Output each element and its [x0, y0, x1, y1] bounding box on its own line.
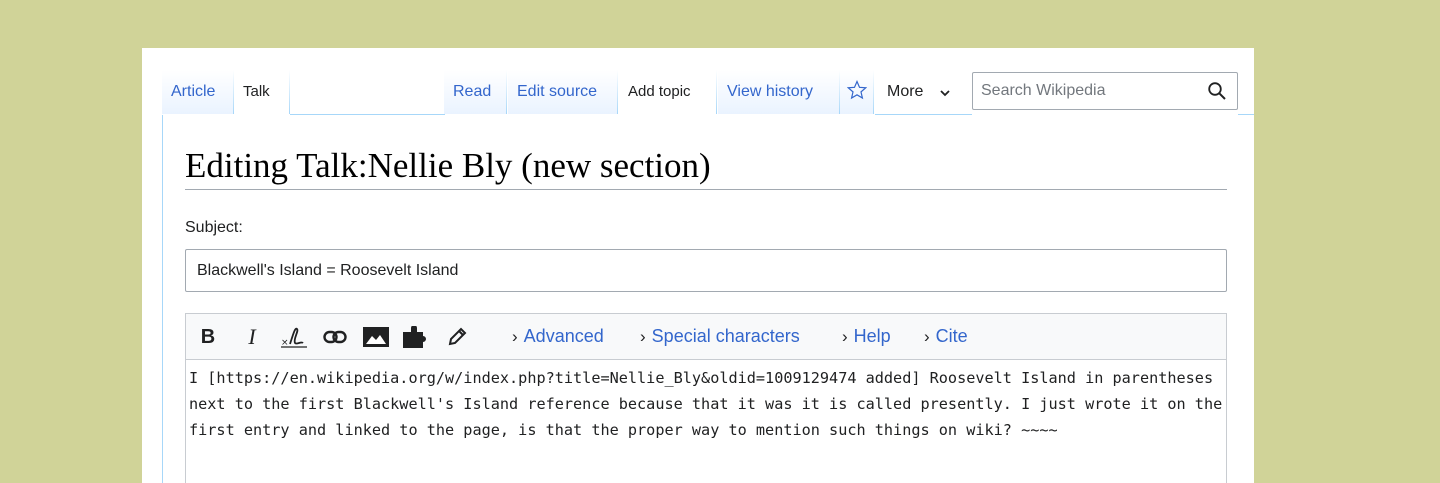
wikipedia-window: Article Talk Read Edit source Add topic …	[142, 48, 1254, 483]
italic-button[interactable]: I	[242, 323, 262, 351]
cite-label: Cite	[935, 326, 968, 346]
wikitext-editor: B I × › Advanced › Special characters › …	[185, 313, 1227, 483]
tab-article-label: Article	[171, 83, 216, 100]
signature-icon: ×	[281, 327, 307, 348]
signature-button[interactable]: ×	[281, 323, 309, 351]
advanced-toggle[interactable]: › Advanced	[512, 326, 604, 347]
image-button[interactable]	[361, 323, 391, 351]
tab-view-history[interactable]: View history	[718, 70, 840, 114]
search-box	[972, 72, 1238, 110]
tab-talk[interactable]: Talk	[234, 70, 290, 114]
more-menu[interactable]: More	[875, 70, 961, 114]
page-tabs: Article Talk Read Edit source Add topic …	[142, 70, 1254, 115]
chevron-right-icon: ›	[842, 327, 848, 346]
tab-talk-label: Talk	[243, 83, 270, 100]
page-title: Editing Talk:Nellie Bly (new section)	[185, 146, 711, 185]
pencil-icon	[448, 327, 467, 346]
bold-button[interactable]: B	[196, 323, 220, 351]
subject-field	[185, 249, 1227, 292]
tab-add-topic-label: Add topic	[628, 83, 691, 100]
special-characters-label: Special characters	[651, 326, 800, 346]
puzzle-icon	[403, 326, 426, 348]
title-divider	[185, 189, 1227, 190]
more-label: More	[887, 83, 924, 100]
star-icon	[847, 80, 867, 100]
advanced-label: Advanced	[523, 326, 604, 346]
link-button[interactable]	[321, 323, 349, 351]
edit-mode-button[interactable]	[444, 323, 470, 351]
cite-toggle[interactable]: › Cite	[924, 326, 968, 347]
italic-label: I	[248, 324, 256, 349]
help-toggle[interactable]: › Help	[842, 326, 891, 347]
bold-label: B	[200, 325, 216, 348]
tab-read-label: Read	[453, 83, 492, 100]
chevron-down-icon	[940, 90, 950, 97]
link-icon	[323, 330, 347, 344]
content-border	[162, 115, 163, 483]
watch-star-button[interactable]	[840, 70, 874, 114]
subject-label: Subject:	[185, 219, 243, 236]
chevron-right-icon: ›	[640, 327, 646, 346]
tab-view-history-label: View history	[727, 83, 813, 100]
chevron-right-icon: ›	[512, 327, 518, 346]
editor-toolbar: B I × › Advanced › Special characters › …	[186, 314, 1226, 360]
search-input[interactable]	[981, 79, 1201, 103]
subject-input[interactable]	[197, 260, 1207, 282]
tab-article[interactable]: Article	[162, 70, 234, 114]
tab-read[interactable]: Read	[444, 70, 507, 114]
help-label: Help	[853, 326, 891, 346]
search-icon[interactable]	[1207, 81, 1227, 101]
chevron-right-icon: ›	[924, 327, 930, 346]
image-icon	[363, 327, 389, 347]
tab-edit-source-label: Edit source	[517, 83, 598, 100]
template-button[interactable]	[401, 323, 431, 351]
wikitext-textarea[interactable]: I [https://en.wikipedia.org/w/index.php?…	[186, 360, 1226, 483]
tab-edit-source[interactable]: Edit source	[508, 70, 618, 114]
tab-add-topic[interactable]: Add topic	[619, 70, 717, 114]
special-characters-toggle[interactable]: › Special characters	[640, 326, 800, 347]
